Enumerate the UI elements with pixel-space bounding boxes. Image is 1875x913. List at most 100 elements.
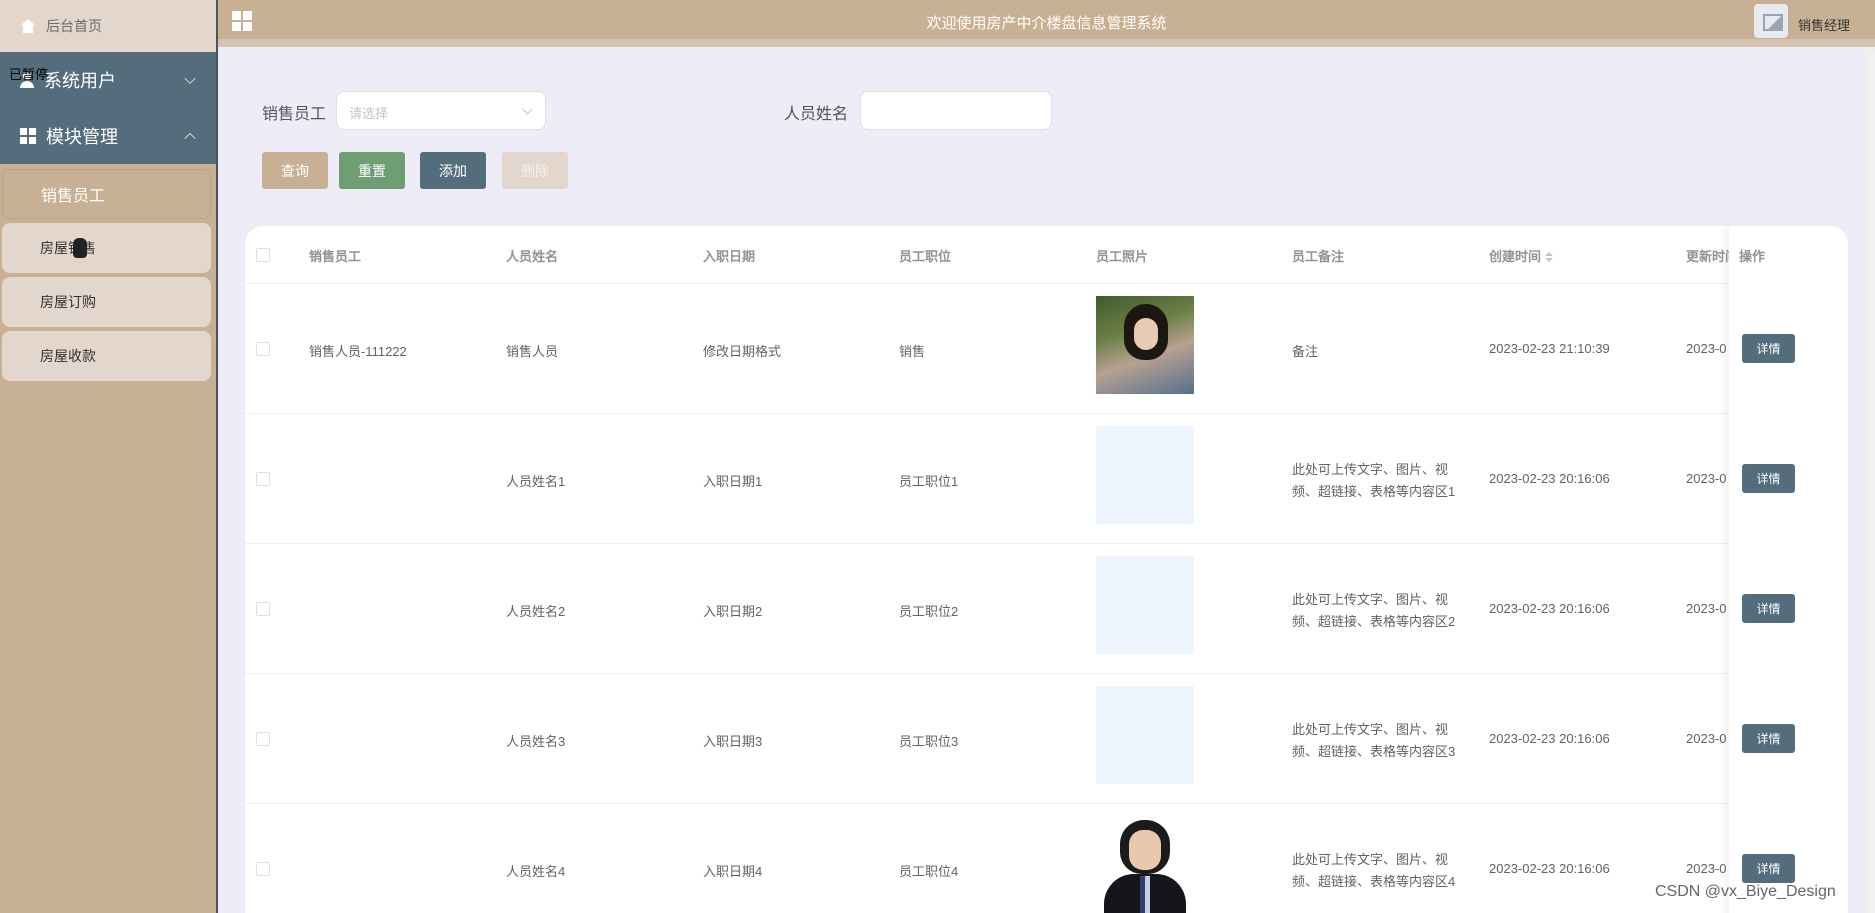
cell-note: 此处可上传文字、图片、视 频、超链接、表格等内容区2 <box>1292 589 1455 633</box>
menu-group-module-management[interactable]: 模块管理 <box>0 108 216 164</box>
row-checkbox[interactable] <box>256 342 270 356</box>
col-header-updated: 更新时间 <box>1686 249 1729 264</box>
sort-icon[interactable] <box>1545 252 1554 262</box>
page-scrollbar[interactable] <box>1866 50 1875 913</box>
note-line: 频、超链接、表格等内容区1 <box>1292 484 1456 499</box>
col-header-created[interactable]: 创建时间 <box>1489 246 1554 265</box>
note-line: 此处可上传文字、图片、视 <box>1292 852 1449 867</box>
cell-updated: 2023-0 <box>1686 471 1727 486</box>
data-table: 销售员工 人员姓名 入职日期 员工职位 员工照片 员工备注 创建时间 更新时间 … <box>245 226 1848 913</box>
staff-select-placeholder: 请选择 <box>349 106 389 121</box>
cell-date: 入职日期1 <box>703 474 763 489</box>
photo-empty[interactable] <box>1096 556 1194 654</box>
col-header-photo: 员工照片 <box>1096 249 1149 264</box>
col-header-created-label: 创建时间 <box>1489 249 1542 264</box>
cell-note: 此处可上传文字、图片、视 频、超链接、表格等内容区3 <box>1292 719 1455 763</box>
name-input[interactable] <box>860 91 1052 130</box>
cell-note: 此处可上传文字、图片、视 频、超链接、表格等内容区4 <box>1292 849 1455 893</box>
cell-position: 员工职位1 <box>899 474 959 489</box>
detail-button[interactable]: 详情 <box>1742 724 1795 753</box>
detail-button[interactable]: 详情 <box>1742 854 1795 883</box>
cell-updated: 2023-0 <box>1686 731 1727 746</box>
sidebar-item-house-sales[interactable]: 房屋销售 <box>2 223 211 273</box>
cell-date: 修改日期格式 <box>703 344 782 359</box>
portrait-face <box>1129 830 1161 870</box>
staff-select[interactable]: 请选择 <box>336 91 546 130</box>
cell-date: 入职日期3 <box>703 734 763 749</box>
cell-created: 2023-02-23 21:10:39 <box>1489 341 1610 356</box>
row-checkbox[interactable] <box>256 732 270 746</box>
note-line: 频、超链接、表格等内容区4 <box>1292 874 1456 889</box>
select-all-checkbox[interactable] <box>256 248 270 262</box>
chevron-down-icon <box>184 72 196 85</box>
sidebar-item-label: 房屋收款 <box>40 348 96 364</box>
user-role[interactable]: 销售经理 <box>1798 15 1850 34</box>
cell-position: 员工职位2 <box>899 604 959 619</box>
col-header-date: 入职日期 <box>703 249 756 264</box>
col-header-note: 员工备注 <box>1292 249 1345 264</box>
photo-empty[interactable] <box>1096 686 1194 784</box>
row-checkbox[interactable] <box>256 472 270 486</box>
col-header-staff: 销售员工 <box>309 249 362 264</box>
grid-icon <box>20 128 36 144</box>
cell-date: 入职日期2 <box>703 604 763 619</box>
cell-name: 销售人员 <box>506 344 559 359</box>
table-row: 人员姓名4 入职日期4 员工职位4 此处可上传文字、图片、视 频、超链接、表格等… <box>245 803 1848 913</box>
table-row: 人员姓名1 入职日期1 员工职位1 此处可上传文字、图片、视 频、超链接、表格等… <box>245 413 1848 543</box>
sidebar-home[interactable]: 后台首页 <box>0 0 216 52</box>
note-line: 频、超链接、表格等内容区2 <box>1292 614 1456 629</box>
avatar[interactable] <box>1754 4 1788 38</box>
action-column: 操作 详情 详情 详情 详情 详情 <box>1729 226 1848 913</box>
sidebar-submenu: 销售员工 房屋销售 房屋订购 房屋收款 <box>0 164 216 381</box>
paused-label: 已暂停 <box>9 67 49 82</box>
cell-updated: 2023-0 <box>1686 601 1727 616</box>
cell-name: 人员姓名4 <box>506 864 566 879</box>
photo-boy[interactable] <box>1096 816 1194 913</box>
chevron-up-icon <box>184 132 196 145</box>
detail-button[interactable]: 详情 <box>1742 334 1795 363</box>
home-icon <box>20 19 36 33</box>
cell-position: 员工职位3 <box>899 734 959 749</box>
row-checkbox[interactable] <box>256 602 270 616</box>
cell-name: 人员姓名1 <box>506 474 566 489</box>
col-header-action: 操作 <box>1739 249 1766 264</box>
cell-note: 此处可上传文字、图片、视 频、超链接、表格等内容区1 <box>1292 459 1455 503</box>
detail-button[interactable]: 详情 <box>1742 594 1795 623</box>
query-button[interactable]: 查询 <box>262 152 328 189</box>
note-line: 此处可上传文字、图片、视 <box>1292 462 1449 477</box>
photo-empty[interactable] <box>1096 426 1194 524</box>
row-checkbox[interactable] <box>256 862 270 876</box>
cell-created: 2023-02-23 20:16:06 <box>1489 601 1610 616</box>
col-header-name: 人员姓名 <box>506 249 559 264</box>
note-line: 此处可上传文字、图片、视 <box>1292 722 1449 737</box>
cell-position: 销售 <box>899 344 926 359</box>
photo-girl[interactable] <box>1096 296 1194 394</box>
menu-group-label: 系统用户 <box>44 71 116 91</box>
cell-name: 人员姓名2 <box>506 604 566 619</box>
sidebar-home-label: 后台首页 <box>46 18 102 34</box>
detail-button[interactable]: 详情 <box>1742 464 1795 493</box>
cell-staff: 销售人员-111222 <box>309 344 407 359</box>
table-row: 人员姓名2 入职日期2 员工职位2 此处可上传文字、图片、视 频、超链接、表格等… <box>245 543 1848 673</box>
table-row: 人员姓名3 入职日期3 员工职位3 此处可上传文字、图片、视 频、超链接、表格等… <box>245 673 1848 803</box>
note-line: 此处可上传文字、图片、视 <box>1292 592 1449 607</box>
sidebar-item-label: 销售员工 <box>41 188 106 205</box>
cell-date: 入职日期4 <box>703 864 763 879</box>
sidebar-item-label: 房屋订购 <box>40 294 96 310</box>
sidebar: 后台首页 系统用户 模块管理 销售员工 房屋销售 房屋订购 房屋收款 <box>0 0 218 913</box>
cell-created: 2023-02-23 20:16:06 <box>1489 861 1610 876</box>
hand-cursor-icon <box>73 238 87 258</box>
staff-filter-label: 销售员工 <box>262 106 327 123</box>
table-row: 销售人员-111222 销售人员 修改日期格式 销售 备注 2023-02-23… <box>245 283 1848 413</box>
sidebar-item-house-order[interactable]: 房屋订购 <box>2 277 211 327</box>
sidebar-item-sales-staff[interactable]: 销售员工 <box>2 169 211 219</box>
sidebar-item-house-payment[interactable]: 房屋收款 <box>2 331 211 381</box>
add-button[interactable]: 添加 <box>420 152 486 189</box>
delete-button[interactable]: 删除 <box>502 152 568 189</box>
chevron-down-icon <box>522 104 533 115</box>
cell-updated: 2023-0 <box>1686 341 1727 356</box>
portrait-tie <box>1140 876 1150 913</box>
name-filter-label: 人员姓名 <box>784 106 849 123</box>
menu-group-label: 模块管理 <box>46 127 118 147</box>
reset-button[interactable]: 重置 <box>339 152 405 189</box>
